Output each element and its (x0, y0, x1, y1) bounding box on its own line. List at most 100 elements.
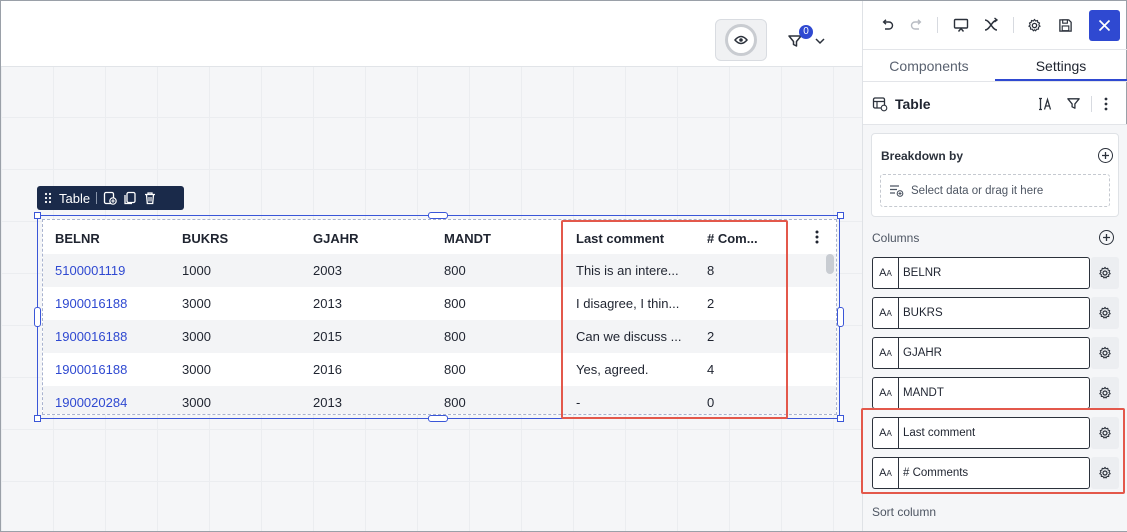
table-row: 1900016188 3000 2013 800 I disagree, I t… (43, 287, 836, 320)
resize-handle-bottom-left[interactable] (34, 415, 41, 422)
column-header[interactable]: BUKRS (182, 231, 292, 246)
redo-icon (910, 19, 922, 30)
resize-handle-top-right[interactable] (837, 212, 844, 219)
table-cell-link[interactable]: 1900016188 (55, 296, 165, 311)
toolbar-divider (937, 17, 938, 33)
column-header[interactable]: MANDT (444, 231, 554, 246)
add-column-icon[interactable] (1099, 230, 1114, 245)
filter-count-badge: 0 (799, 25, 813, 39)
column-field-bukrs[interactable]: AA BUKRS (872, 297, 1090, 329)
add-breakdown-icon[interactable] (1098, 148, 1113, 163)
table-cell: 2013 (313, 395, 342, 410)
column-field-label: MANDT (903, 387, 944, 399)
shuffle-icon (984, 17, 999, 31)
column-settings-button[interactable] (1091, 337, 1119, 369)
breakdown-section: Breakdown by Select data or drag it here (871, 133, 1119, 217)
table-row: 1900016188 3000 2016 800 Yes, agreed. 4 (43, 353, 836, 386)
toolbar-divider (1013, 17, 1014, 33)
table-cell: 0 (707, 395, 715, 410)
table-cell: I disagree, I thin... (576, 296, 680, 311)
table-cell: 2013 (313, 296, 342, 311)
table-cell: Yes, agreed. (576, 362, 649, 377)
column-field-belnr[interactable]: AA BELNR (872, 257, 1090, 289)
column-settings-button[interactable] (1091, 297, 1119, 329)
table-cell: 2 (707, 296, 715, 311)
trash-icon[interactable] (143, 191, 157, 205)
table-row: 1900016188 3000 2015 800 Can we discuss … (43, 320, 836, 353)
column-settings-button[interactable] (1091, 377, 1119, 409)
text-type-icon: AA (873, 378, 899, 408)
column-settings-button[interactable] (1091, 257, 1119, 289)
add-widget-icon[interactable] (103, 191, 117, 205)
table-cell-link[interactable]: 1900020284 (55, 395, 165, 410)
table-cell: 3000 (182, 395, 211, 410)
panel-toolbar (863, 1, 1127, 50)
tab-settings[interactable]: Settings (995, 50, 1127, 81)
save-icon (1058, 18, 1072, 32)
present-button[interactable] (949, 13, 973, 37)
gear-icon (1099, 306, 1111, 319)
resize-handle-top[interactable] (428, 212, 448, 219)
column-header[interactable]: GJAHR (313, 231, 423, 246)
column-field-label: BUKRS (903, 307, 943, 319)
panel-tabs: Components Settings (863, 50, 1127, 82)
column-header[interactable]: # Com... (707, 231, 797, 246)
undo-button[interactable] (875, 13, 899, 37)
widget-type-label: Table (59, 190, 91, 206)
table-cell: 800 (444, 296, 466, 311)
table-row: 5100001119 1000 2003 800 This is an inte… (43, 254, 836, 287)
eye-icon (725, 24, 757, 56)
sort-column-label: Sort column (872, 505, 937, 519)
save-button[interactable] (1053, 13, 1077, 37)
table-icon (872, 97, 888, 112)
gear-icon (1099, 266, 1111, 279)
resize-handle-right[interactable] (837, 307, 844, 327)
column-header[interactable]: Last comment (576, 231, 688, 246)
breakdown-placeholder: Select data or drag it here (911, 184, 1044, 197)
resize-handle-bottom[interactable] (428, 415, 448, 422)
table-cell: 2015 (313, 329, 342, 344)
chevron-down-icon (815, 38, 825, 45)
column-field-gjahr[interactable]: AA GJAHR (872, 337, 1090, 369)
table-cell-link[interactable]: 1900016188 (55, 362, 165, 377)
settings-scroll-area[interactable]: Breakdown by Select data or drag it here… (861, 125, 1127, 531)
table-more-options-icon[interactable] (812, 229, 822, 245)
resize-handle-bottom-right[interactable] (837, 415, 844, 422)
filter-dropdown-button[interactable]: 0 (787, 25, 827, 53)
settings-button[interactable] (1022, 13, 1046, 37)
table-cell-link[interactable]: 5100001119 (55, 263, 165, 278)
data-table: BELNR BUKRS GJAHR MANDT Last comment # C… (42, 219, 837, 415)
duplicate-icon[interactable] (123, 191, 137, 205)
breakdown-drop-zone[interactable]: Select data or drag it here (880, 174, 1110, 207)
redo-button[interactable] (905, 13, 929, 37)
text-type-icon: AA (873, 338, 899, 368)
filter-icon[interactable] (1066, 96, 1081, 111)
columns-label: Columns (872, 231, 920, 245)
close-icon (1098, 19, 1111, 32)
table-scrollbar-thumb[interactable] (826, 254, 834, 274)
gear-icon (1099, 346, 1111, 359)
column-header[interactable]: BELNR (55, 231, 165, 246)
tab-components[interactable]: Components (863, 50, 995, 81)
table-cell: This is an intere... (576, 263, 679, 278)
more-options-icon[interactable] (1101, 96, 1111, 112)
drag-handle-icon[interactable] (43, 192, 53, 204)
close-panel-button[interactable] (1089, 10, 1120, 41)
table-cell: 800 (444, 395, 466, 410)
text-size-icon[interactable] (1037, 96, 1053, 112)
table-widget-toolbar: Table (37, 186, 184, 210)
column-field-mandt[interactable]: AA MANDT (872, 377, 1090, 409)
resize-handle-left[interactable] (34, 307, 41, 327)
table-cell: 800 (444, 362, 466, 377)
table-cell-link[interactable]: 1900016188 (55, 329, 165, 344)
table-cell: 3000 (182, 329, 211, 344)
preview-button[interactable] (715, 19, 767, 61)
breakdown-label: Breakdown by (881, 149, 964, 163)
canvas-top-bar: 0 (1, 1, 862, 67)
text-type-icon: AA (873, 258, 899, 288)
table-cell: 800 (444, 263, 466, 278)
transform-button[interactable] (979, 13, 1003, 37)
table-cell: - (576, 395, 581, 410)
undo-icon (882, 19, 894, 30)
resize-handle-top-left[interactable] (34, 212, 41, 219)
